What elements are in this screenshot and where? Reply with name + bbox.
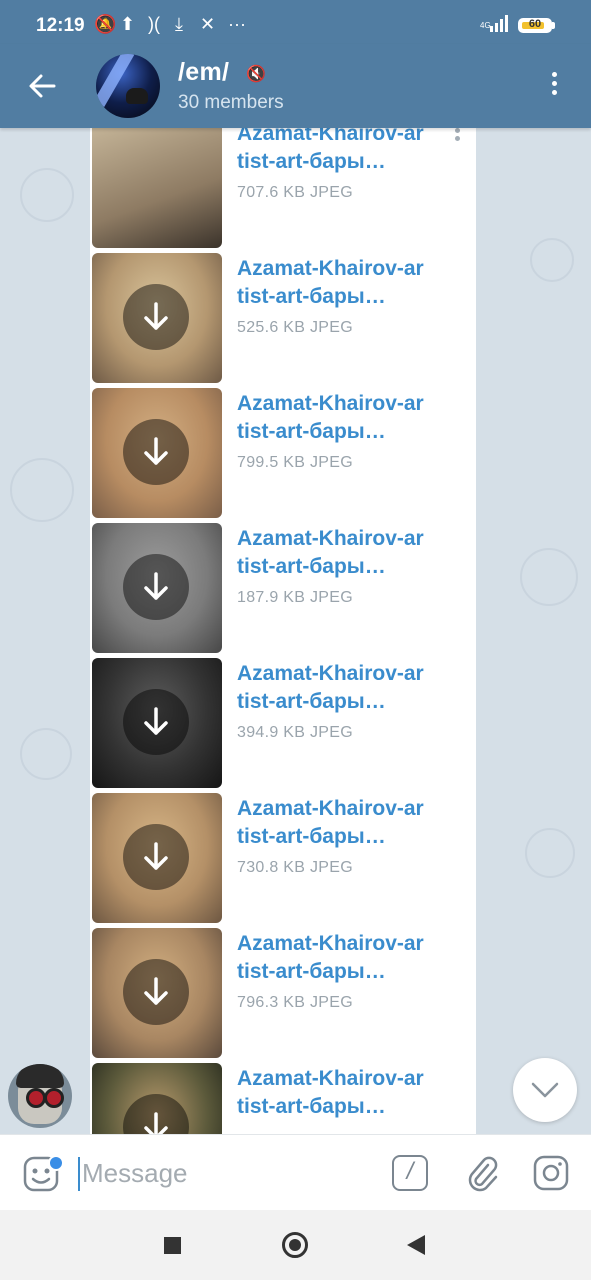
file-message-row[interactable]: Azamat-Khairov-ar tist-art-бары… 730.8 KB… xyxy=(92,793,472,923)
file-size-type: 730.8 KB JPEG xyxy=(237,859,353,876)
new-sticker-indicator xyxy=(48,1155,64,1171)
background-doodle xyxy=(530,238,574,282)
file-name[interactable]: Azamat-Khairov-ar tist-art-бары… xyxy=(237,795,447,851)
file-size-type: 394.9 KB JPEG xyxy=(237,724,353,741)
file-name[interactable]: Azamat-Khairov-ar tist-art-бары… xyxy=(237,1065,447,1121)
home-button[interactable] xyxy=(282,1232,308,1258)
download-arrow-icon[interactable] xyxy=(123,1094,189,1134)
text-cursor xyxy=(78,1157,80,1191)
signal-icon xyxy=(488,14,512,36)
file-message-row[interactable]: Azamat-Khairov-ar tist-art-бары… 707.6 KB… xyxy=(92,128,472,248)
chevron-down-icon xyxy=(531,1082,559,1098)
file-message-row[interactable]: Azamat-Khairov-ar tist-art-бары… 796.3 KB… xyxy=(92,928,472,1058)
battery-tip xyxy=(552,22,555,29)
group-avatar[interactable] xyxy=(96,54,160,118)
file-thumbnail[interactable] xyxy=(92,658,222,788)
battery-icon: 60 xyxy=(518,18,552,33)
file-size-type: 799.5 KB JPEG xyxy=(237,454,353,471)
background-doodle xyxy=(520,548,578,606)
background-doodle xyxy=(10,458,74,522)
download-arrow-icon[interactable] xyxy=(123,419,189,485)
download-arrow-icon[interactable] xyxy=(123,554,189,620)
more-notifications-icon: ··· xyxy=(228,14,246,34)
file-name[interactable]: Azamat-Khairov-ar tist-art-бары… xyxy=(237,930,447,986)
status-bar: 12:19 🔕 ⬆ )( ⤓ ✕ ··· 4G 60 xyxy=(0,0,591,44)
file-thumbnail[interactable] xyxy=(92,388,222,518)
download-arrow-icon[interactable] xyxy=(123,824,189,890)
file-options-icon[interactable] xyxy=(452,128,462,148)
download-arrow-icon[interactable] xyxy=(123,284,189,350)
tools-icon: ✕ xyxy=(200,14,216,34)
camera-icon[interactable] xyxy=(533,1155,569,1191)
upload-icon: ⬆ xyxy=(120,14,136,34)
file-name[interactable]: Azamat-Khairov-ar tist-art-бары… xyxy=(237,660,447,716)
file-thumbnail[interactable] xyxy=(92,928,222,1058)
system-nav-bar xyxy=(0,1210,591,1280)
file-name[interactable]: Azamat-Khairov-ar tist-art-бары… xyxy=(237,128,447,176)
background-doodle xyxy=(20,168,74,222)
file-message-row[interactable]: Azamat-Khairov-ar tist-art-бары… 394.9 KB… xyxy=(92,658,472,788)
scroll-down-button[interactable] xyxy=(513,1058,577,1122)
attach-paperclip-icon[interactable] xyxy=(464,1153,500,1193)
back-button[interactable] xyxy=(407,1235,425,1255)
background-doodle xyxy=(525,828,575,878)
file-message-row[interactable]: Azamat-Khairov-ar tist-art-бары… 525.6 KB… xyxy=(92,253,472,383)
muted-icon: 🔇 xyxy=(246,66,266,83)
download-arrow-icon[interactable] xyxy=(123,959,189,1025)
download-icon: ⤓ xyxy=(175,14,183,34)
file-name[interactable]: Azamat-Khairov-ar tist-art-бары… xyxy=(237,525,447,581)
file-name[interactable]: Azamat-Khairov-ar tist-art-бары… xyxy=(237,255,447,311)
file-thumbnail[interactable] xyxy=(92,523,222,653)
member-count[interactable]: 30 members xyxy=(178,92,284,114)
file-message-row[interactable]: Azamat-Khairov-ar tist-art-бары… 187.9 KB… xyxy=(92,523,472,653)
battery-level: 60 xyxy=(528,18,542,30)
file-message-row[interactable]: Azamat-Khairov-ar tist-art-бары… 799.5 KB… xyxy=(92,388,472,518)
chat-title[interactable]: /em/ xyxy=(178,58,229,87)
download-arrow-icon[interactable] xyxy=(123,689,189,755)
chat-header: /em/ 🔇 30 members xyxy=(0,44,591,128)
recent-apps-button[interactable] xyxy=(164,1237,181,1254)
background-doodle xyxy=(20,728,72,780)
file-thumbnail[interactable] xyxy=(92,253,222,383)
nfc-icon: )( xyxy=(148,14,160,34)
file-thumbnail[interactable] xyxy=(92,1063,222,1134)
file-size-type: 796.3 KB JPEG xyxy=(237,994,353,1011)
file-name[interactable]: Azamat-Khairov-ar tist-art-бары… xyxy=(237,390,447,446)
message-input[interactable] xyxy=(82,1155,372,1191)
file-size-type: 525.6 KB JPEG xyxy=(237,319,353,336)
more-options-icon[interactable] xyxy=(544,72,564,102)
bot-command-button[interactable]: / xyxy=(392,1155,428,1191)
file-thumbnail[interactable] xyxy=(92,128,222,248)
silent-bell-icon: 🔕 xyxy=(94,14,117,34)
sender-avatar[interactable] xyxy=(8,1064,72,1128)
file-message-row[interactable]: Azamat-Khairov-ar tist-art-бары… xyxy=(92,1063,472,1134)
file-size-type: 707.6 KB JPEG xyxy=(237,184,353,201)
message-composer: / xyxy=(0,1134,591,1211)
chat-area[interactable]: Azamat-Khairov-ar tist-art-бары… 707.6 KB… xyxy=(0,128,591,1134)
file-size-type: 187.9 KB JPEG xyxy=(237,589,353,606)
back-arrow-icon[interactable] xyxy=(28,72,56,100)
status-time: 12:19 xyxy=(36,15,85,36)
file-thumbnail[interactable] xyxy=(92,793,222,923)
